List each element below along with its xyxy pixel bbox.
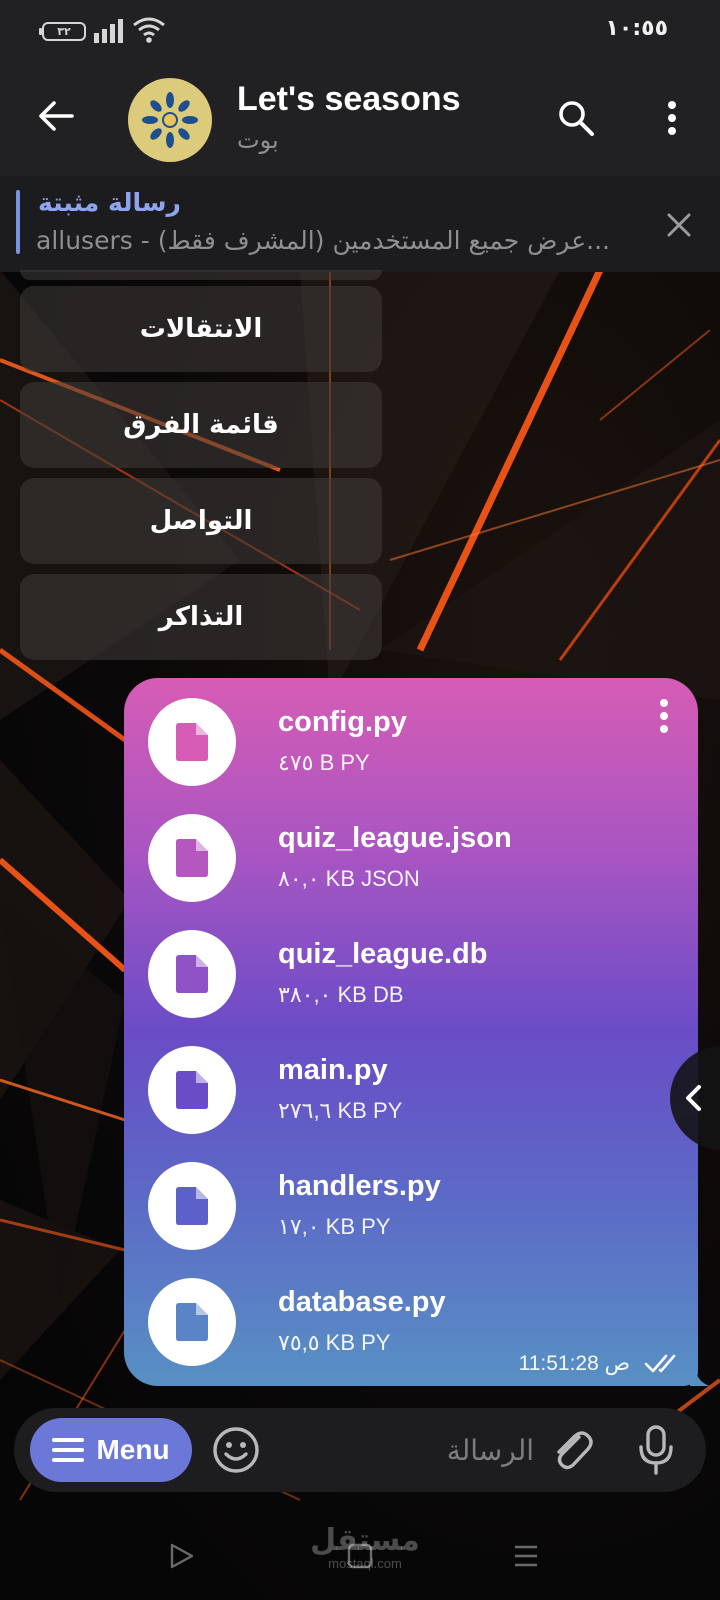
document-icon: [176, 1071, 208, 1109]
more-vertical-icon: [660, 699, 668, 733]
pinned-close-button[interactable]: [660, 206, 698, 244]
document-icon: [176, 723, 208, 761]
triangle-back-icon: [170, 1543, 194, 1569]
status-bar: ٣٢ ١٠:٥٥: [0, 0, 720, 60]
watermark: مستقل mostaql.com: [300, 1523, 430, 1572]
file-name: quiz_league.json: [278, 822, 512, 854]
pinned-text: allusers - عرض جميع المستخدمين (المشرف ف…: [36, 226, 610, 255]
files-message-bubble[interactable]: config.py ٤٧٥ B PY quiz_league.json ٨٠,٠…: [124, 678, 698, 1386]
keyboard-button-teams[interactable]: قائمة الفرق: [20, 382, 382, 468]
keyboard-button-peek: [20, 270, 382, 280]
search-button[interactable]: [548, 90, 604, 146]
keyboard-button-contact[interactable]: التواصل: [20, 478, 382, 564]
file-size: ٧٥,٥ KB PY: [278, 1330, 391, 1355]
pinned-indicator: [16, 190, 20, 254]
file-size: ٣٨٠,٠ KB DB: [278, 982, 404, 1007]
more-options-button[interactable]: [650, 90, 694, 146]
search-icon: [559, 101, 594, 136]
wifi-icon: [133, 17, 165, 43]
message-options-button[interactable]: [652, 696, 676, 736]
mic-icon: [639, 1425, 673, 1475]
message-time: 11:51:28 ص: [518, 1352, 630, 1375]
menu-button-label: Menu: [96, 1434, 170, 1465]
file-download-button[interactable]: [148, 1278, 236, 1366]
file-download-button[interactable]: [148, 930, 236, 1018]
file-size: ٢٧٦,٦ KB PY: [278, 1098, 403, 1123]
message-composer: Menu: [14, 1408, 706, 1492]
clock: ١٠:٥٥: [605, 16, 668, 41]
recents-icon: [515, 1545, 537, 1567]
system-nav-bar: مستقل mostaql.com: [0, 1510, 720, 1600]
message-input[interactable]: [284, 1422, 534, 1478]
back-arrow-icon: [39, 101, 74, 131]
bot-menu-button[interactable]: Menu: [30, 1418, 192, 1482]
file-item[interactable]: handlers.py ١٧,٠ KB PY: [148, 1162, 648, 1252]
emoji-button[interactable]: [210, 1424, 262, 1476]
signal-icon: [94, 19, 123, 43]
battery-icon: ٣٢: [39, 22, 86, 41]
file-name: handlers.py: [278, 1170, 441, 1202]
chat-header: Let's seasons بوت: [0, 60, 720, 176]
file-download-button[interactable]: [148, 814, 236, 902]
close-icon: [667, 213, 691, 237]
file-item[interactable]: main.py ٢٧٦,٦ KB PY: [148, 1046, 648, 1136]
file-name: database.py: [278, 1286, 446, 1318]
bot-logo-icon: [142, 92, 198, 148]
hamburger-icon: [52, 1438, 85, 1462]
pinned-label: رسالة مثبتة: [38, 188, 181, 217]
file-download-button[interactable]: [148, 1046, 236, 1134]
file-item[interactable]: quiz_league.json ٨٠,٠ KB JSON: [148, 814, 648, 904]
file-size: ٤٧٥ B PY: [278, 750, 370, 775]
nav-back-button[interactable]: [160, 1536, 204, 1576]
file-size: ١٧,٠ KB PY: [278, 1214, 391, 1239]
chat-title[interactable]: Let's seasons: [237, 80, 461, 119]
battery-level: ٣٢: [57, 25, 71, 38]
attach-icon: [557, 1431, 593, 1470]
bot-avatar[interactable]: [128, 78, 212, 162]
keyboard-button-transfers[interactable]: الانتقالات: [20, 286, 382, 372]
file-download-button[interactable]: [148, 698, 236, 786]
file-name: main.py: [278, 1054, 388, 1086]
double-check-icon: [644, 1354, 676, 1373]
document-icon: [176, 955, 208, 993]
pinned-message-bar[interactable]: رسالة مثبتة allusers - عرض جميع المستخدم…: [0, 176, 720, 272]
watermark-text: مستقل: [310, 1523, 420, 1558]
file-item[interactable]: quiz_league.db ٣٨٠,٠ KB DB: [148, 930, 648, 1020]
file-name: quiz_league.db: [278, 938, 488, 970]
file-download-button[interactable]: [148, 1162, 236, 1250]
back-button[interactable]: [28, 88, 84, 144]
emoji-icon: [213, 1427, 259, 1473]
chat-subtitle: بوت: [237, 126, 279, 154]
keyboard-button-tickets[interactable]: التذاكر: [20, 574, 382, 660]
document-icon: [176, 1303, 208, 1341]
nav-recents-button[interactable]: [504, 1536, 548, 1576]
file-item[interactable]: config.py ٤٧٥ B PY: [148, 698, 648, 788]
document-icon: [176, 1187, 208, 1225]
voice-record-button[interactable]: [628, 1420, 684, 1480]
document-icon: [176, 839, 208, 877]
more-vertical-icon: [668, 101, 676, 135]
file-size: ٨٠,٠ KB JSON: [278, 866, 420, 891]
watermark-url: mostaql.com: [328, 1556, 402, 1571]
chevron-left-icon: [686, 1085, 701, 1111]
file-name: config.py: [278, 706, 407, 738]
attach-button[interactable]: [544, 1422, 600, 1478]
